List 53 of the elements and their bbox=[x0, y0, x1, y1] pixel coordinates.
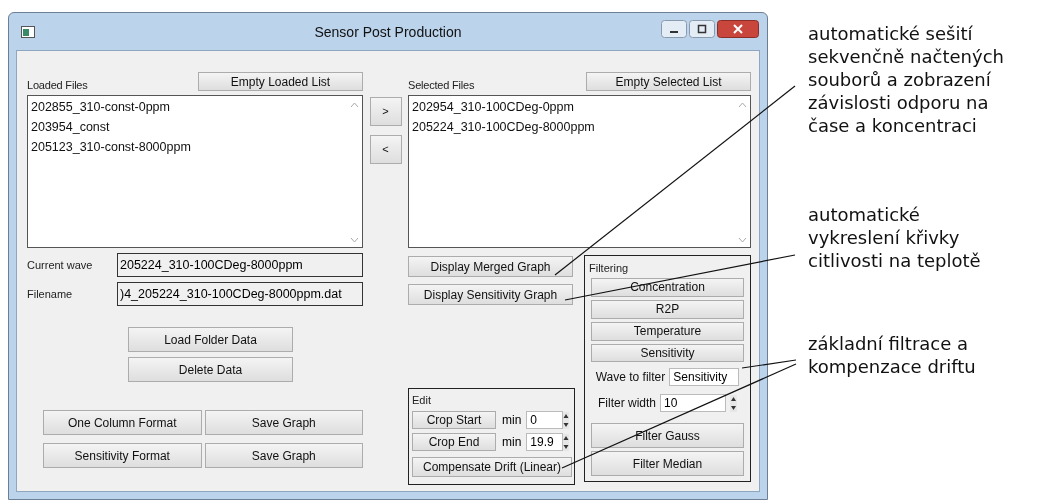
wave-button[interactable]: R2P bbox=[591, 299, 744, 319]
wave-button[interactable]: Temperature bbox=[591, 321, 744, 341]
display-graph-button[interactable]: Display Merged Graph bbox=[408, 256, 573, 277]
save-graph-button[interactable]: Save Graph bbox=[204, 410, 363, 435]
spinner-icon[interactable] bbox=[563, 411, 570, 429]
annotation-text: automatické vykreslení křivky citlivosti na teplotě bbox=[808, 203, 982, 272]
filter-button[interactable]: Filter Median bbox=[591, 451, 744, 476]
close-icon[interactable] bbox=[717, 19, 759, 38]
number-field[interactable]: 19.9 bbox=[526, 433, 564, 451]
number-field[interactable]: 0 bbox=[526, 411, 564, 429]
annotation-text: automatické sešití sekvenčně načtených souborů a zobrazení závislosti odporu na čase a koncentraci bbox=[808, 22, 1004, 137]
list-item[interactable]: 202954_310-100CDeg-0ppm bbox=[412, 97, 731, 117]
save-graph-button[interactable]: Save Graph bbox=[204, 443, 363, 468]
text-field[interactable]: Sensitivity bbox=[669, 368, 740, 387]
transfer-button[interactable]: > bbox=[369, 97, 402, 126]
list-item[interactable]: 205123_310-const-8000ppm bbox=[31, 137, 343, 157]
field-label: Wave to filter bbox=[595, 370, 666, 385]
data-button[interactable]: Delete Data bbox=[128, 357, 293, 382]
empty-list-button[interactable]: Empty Selected List bbox=[586, 72, 751, 91]
format-button[interactable]: Sensitivity Format bbox=[43, 443, 202, 468]
filter-button[interactable]: Filter Gauss bbox=[591, 423, 744, 449]
text-field[interactable]: 205224_310-100CDeg-8000ppm bbox=[117, 253, 363, 277]
data-button[interactable]: Load Folder Data bbox=[128, 327, 293, 352]
display-graph-button[interactable]: Display Sensitivity Graph bbox=[408, 284, 573, 305]
wave-button[interactable]: Concentration bbox=[591, 278, 744, 297]
unit-label: min bbox=[502, 435, 522, 449]
list-item[interactable]: 205224_310-100CDeg-8000ppm bbox=[412, 117, 731, 137]
unit-label: min bbox=[502, 413, 522, 427]
minimize-icon[interactable] bbox=[661, 19, 687, 38]
list-label: Selected Files bbox=[408, 79, 475, 91]
wave-button[interactable]: Sensitivity bbox=[591, 343, 744, 363]
annotation-text: základní filtrace a kompenzace driftu bbox=[808, 332, 977, 378]
format-button[interactable]: One Column Format bbox=[43, 410, 202, 435]
empty-list-button[interactable]: Empty Loaded List bbox=[198, 72, 363, 91]
list-label: Loaded Files bbox=[27, 79, 88, 91]
list-item[interactable]: 203954_const bbox=[31, 117, 343, 137]
spinner-icon[interactable] bbox=[563, 433, 570, 451]
app-icon bbox=[21, 25, 35, 38]
text-field[interactable]: )4_205224_310-100CDeg-8000ppm.dat bbox=[117, 282, 363, 306]
maximize-icon[interactable] bbox=[689, 19, 715, 38]
spinner-icon[interactable] bbox=[730, 394, 737, 412]
list-item[interactable]: 202855_310-const-0ppm bbox=[31, 97, 343, 117]
crop-button[interactable]: Crop End bbox=[412, 433, 496, 451]
window-title: Sensor Post Production bbox=[314, 23, 462, 40]
crop-button[interactable]: Crop Start bbox=[412, 411, 496, 429]
drift-button[interactable]: Compensate Drift (Linear) bbox=[412, 457, 572, 477]
number-field[interactable]: 10 bbox=[660, 394, 726, 413]
group-title: Edit bbox=[412, 393, 432, 407]
field-label: Filter width bbox=[598, 396, 656, 411]
group-title: Filtering bbox=[589, 261, 629, 275]
field-label: Filename bbox=[27, 288, 74, 300]
field-label: Current wave bbox=[27, 259, 94, 271]
transfer-button[interactable]: < bbox=[369, 135, 402, 164]
